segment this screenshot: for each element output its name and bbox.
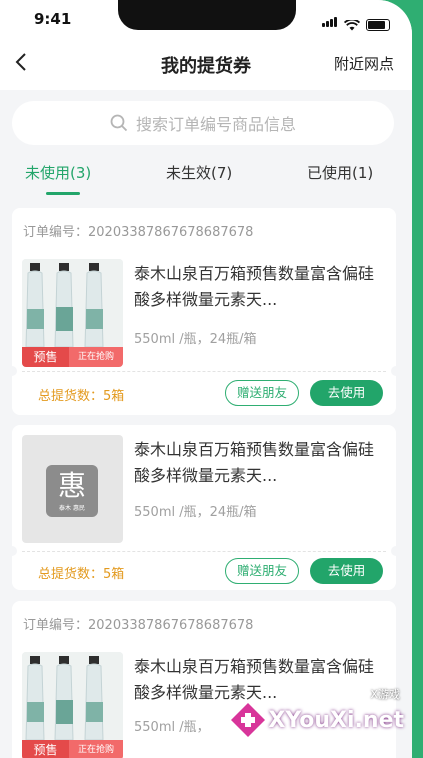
product-image: 预售 正在抢购: [22, 259, 123, 367]
nav-header: 我的提货券 附近网点: [0, 38, 412, 90]
notch: [118, 0, 296, 30]
product-image-placeholder: 惠 泰木 惠民: [22, 435, 123, 543]
use-button[interactable]: 去使用: [310, 380, 383, 406]
product-spec: 550ml /瓶，24瓶/箱: [134, 505, 257, 520]
watermark-text: XYouXi.net: [268, 707, 404, 733]
system-icons: [322, 12, 390, 31]
search-icon: [110, 114, 128, 132]
product-image: 预售 正在抢购: [22, 652, 123, 758]
dashed-divider: [22, 551, 386, 552]
wifi-icon: [344, 20, 360, 31]
presale-status: 正在抢购: [69, 740, 123, 758]
presale-tag: 预售: [22, 347, 69, 367]
tab-not-effective[interactable]: 未生效(7): [166, 162, 232, 183]
presale-status: 正在抢购: [69, 347, 123, 367]
gamepad-logo-icon: [231, 703, 266, 737]
battery-icon: [366, 19, 390, 31]
product-name: 泰木山泉百万箱预售数量富含偏硅酸多样微量元素天...: [134, 440, 375, 485]
hui-logo-icon: 惠 泰木 惠民: [46, 465, 98, 517]
voucher-card[interactable]: 惠 泰木 惠民 泰木山泉百万箱预售数量富含偏硅酸多样微量元素天... 550ml…: [12, 425, 396, 590]
ticket-notch-right: [391, 546, 396, 556]
phone-screen: 9:41 我的提货券 附近网点 搜索订单编号商品信息 未使用(3) 未生效(7)…: [0, 0, 412, 758]
search-placeholder: 搜索订单编号商品信息: [135, 115, 296, 134]
ticket-notch-left: [12, 546, 17, 556]
total-pickup-count: 总提货数：5箱: [38, 567, 125, 582]
status-time: 9:41: [34, 10, 72, 28]
presale-bar: 预售 正在抢购: [22, 347, 123, 367]
total-pickup-count: 总提货数：5箱: [38, 389, 125, 404]
ticket-notch-right: [391, 366, 396, 376]
ticket-notch-left: [12, 366, 17, 376]
product-name: 泰木山泉百万箱预售数量富含偏硅酸多样微量元素天...: [134, 657, 375, 702]
presale-tag: 预售: [22, 740, 69, 758]
order-number: 订单编号：20203387867678687678: [23, 618, 254, 633]
voucher-card[interactable]: 订单编号：20203387867678687678 预售 正在抢购 泰木山泉百万…: [12, 208, 396, 415]
dashed-divider: [22, 371, 386, 372]
watermark-small-text: X游戏: [370, 688, 400, 701]
logo-char: 惠: [57, 468, 86, 502]
order-number: 订单编号：20203387867678687678: [23, 225, 254, 240]
product-name: 泰木山泉百万箱预售数量富含偏硅酸多样微量元素天...: [134, 264, 375, 309]
product-spec: 550ml /瓶，: [134, 720, 210, 735]
signal-icon: [322, 12, 338, 31]
nearby-outlets-link[interactable]: 附近网点: [334, 53, 394, 74]
tab-unused[interactable]: 未使用(3): [25, 162, 91, 183]
gift-friend-button[interactable]: 赠送朋友: [225, 380, 299, 406]
active-tab-indicator: [46, 192, 80, 195]
product-spec: 550ml /瓶，24瓶/箱: [134, 332, 257, 347]
presale-bar: 预售 正在抢购: [22, 740, 123, 758]
site-watermark: XYouXi.net X游戏: [228, 688, 404, 740]
status-bar: 9:41: [0, 0, 412, 38]
search-input[interactable]: 搜索订单编号商品信息: [12, 101, 394, 145]
voucher-tabs: 未使用(3) 未生效(7) 已使用(1): [0, 158, 412, 198]
tab-used[interactable]: 已使用(1): [307, 162, 373, 183]
gift-friend-button[interactable]: 赠送朋友: [225, 558, 299, 584]
logo-caption: 泰木 惠民: [59, 504, 85, 512]
use-button[interactable]: 去使用: [310, 558, 383, 584]
